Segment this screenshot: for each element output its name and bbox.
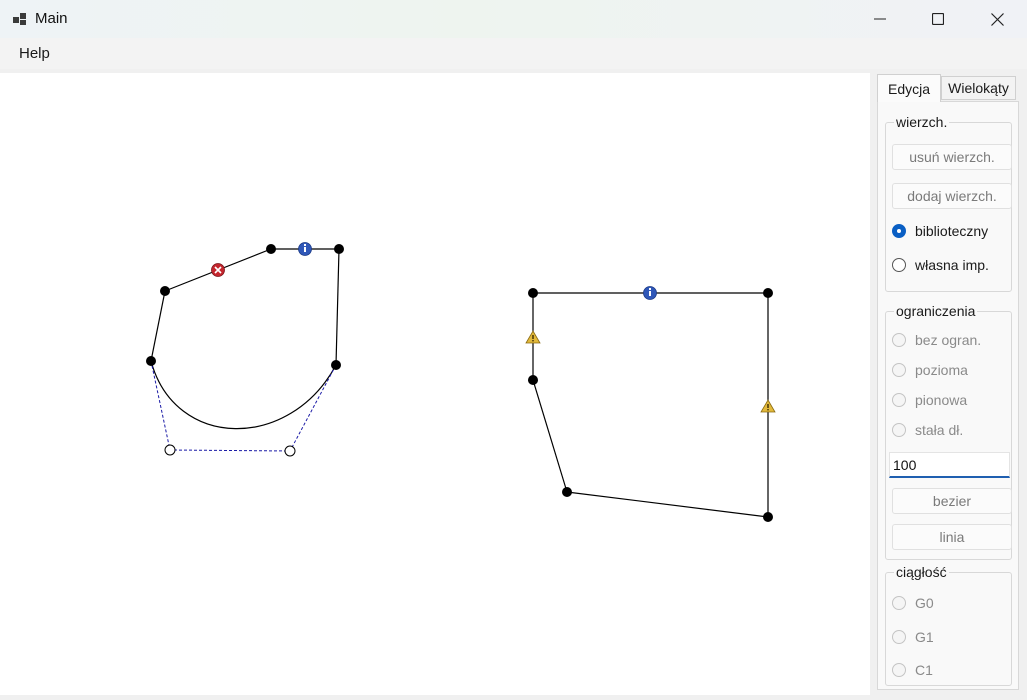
minimize-button[interactable] [857,0,903,38]
radio-c1[interactable]: C1 [892,660,933,680]
radio-circle [892,333,906,347]
polygon-1-edge[interactable] [335,248,340,366]
radio-circle [892,630,906,644]
radio-g1-label: G1 [915,629,934,645]
minimize-icon [874,18,886,20]
vertex[interactable] [763,512,773,522]
vertex[interactable] [334,244,344,254]
radio-g0-label: G0 [915,595,934,611]
close-button[interactable] [974,0,1020,38]
add-vertex-button[interactable]: dodaj wierzch. [892,183,1012,209]
warning-icon [525,330,541,344]
warning-icon [760,399,776,413]
constraints-group: ograniczenia bez ogran. pozioma pionowa … [885,303,1012,560]
maximize-icon [932,13,944,25]
tab-wielokaty[interactable]: Wielokąty [941,76,1016,100]
vertex[interactable] [528,288,538,298]
tab-strip: Edycja Wielokąty [877,74,1017,102]
radio-library-label: biblioteczny [915,223,989,239]
tab-edycja[interactable]: Edycja [877,74,941,102]
radio-no-constraint[interactable]: bez ogran. [892,330,981,350]
radio-circle [892,224,906,238]
radio-vertical[interactable]: pionowa [892,390,967,410]
tab-page-edycja: wierzch. usuń wierzch. dodaj wierzch. bi… [877,101,1019,690]
radio-no-constraint-label: bez ogran. [915,332,982,348]
info-icon [298,242,312,256]
radio-horizontal[interactable]: pozioma [892,360,968,380]
remove-vertex-button[interactable]: usuń wierzch. [892,144,1012,170]
vertex[interactable] [146,356,156,366]
radio-circle [892,423,906,437]
vertex-group: wierzch. usuń wierzch. dodaj wierzch. bi… [885,114,1012,292]
radio-vertical-label: pionowa [915,392,968,408]
vertex[interactable] [763,288,773,298]
menu-bar: Help [0,38,1027,69]
radio-library[interactable]: biblioteczny [892,221,988,241]
radio-c1-label: C1 [915,662,933,678]
polygon-1[interactable] [146,242,344,457]
bezier-control-point[interactable] [164,444,176,456]
radio-g1[interactable]: G1 [892,627,934,647]
radio-horizontal-label: pozioma [915,362,968,378]
polygon-2-edge[interactable] [566,491,769,518]
continuity-group-label: ciągłość [894,564,949,580]
polygon-2[interactable] [525,286,776,523]
polygon-1-edge[interactable] [150,290,166,362]
line-button[interactable]: linia [892,524,1012,550]
continuity-group: ciągłość G0 G1 C1 [885,564,1012,686]
window-title: Main [35,10,68,27]
vertex[interactable] [331,360,341,370]
vertex[interactable] [562,487,572,497]
radio-circle [892,663,906,677]
bezier-control-point[interactable] [284,445,296,457]
vertex-group-label: wierzch. [894,114,950,130]
error-icon [211,263,225,277]
radio-g0[interactable]: G0 [892,593,934,613]
menu-help[interactable]: Help [19,45,50,62]
vertex[interactable] [528,375,538,385]
constraints-group-label: ograniczenia [894,303,978,319]
radio-own-impl[interactable]: własna imp. [892,255,989,275]
bezier-curve[interactable] [150,360,337,430]
close-icon [990,12,1004,26]
radio-fixed-length-label: stała dł. [915,422,964,438]
canvas-svg[interactable] [0,73,870,695]
info-icon [643,286,657,300]
app-icon [13,13,26,25]
radio-circle [892,393,906,407]
vertex[interactable] [160,286,170,296]
drawing-canvas[interactable] [0,73,870,695]
polygon-2-edge[interactable] [532,379,568,493]
length-input[interactable] [889,452,1010,478]
bezier-button[interactable]: bezier [892,488,1012,514]
radio-circle [892,258,906,272]
bezier-control-polygon [150,360,337,452]
maximize-button[interactable] [915,0,961,38]
radio-circle [892,596,906,610]
radio-circle [892,363,906,377]
radio-fixed-length[interactable]: stała dł. [892,420,963,440]
vertex[interactable] [266,244,276,254]
title-bar[interactable]: Main [0,0,1027,38]
radio-own-impl-label: własna imp. [915,257,989,273]
